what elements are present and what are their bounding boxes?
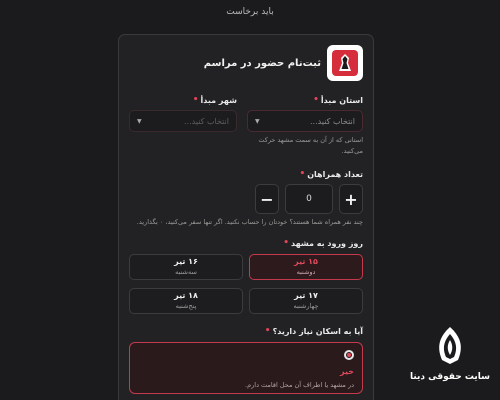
city-label-text: شهر مبدأ <box>200 95 238 105</box>
watermark: سایت حقوقی دینا <box>408 324 492 382</box>
day-weekday: پنج‌شنبه <box>175 302 197 310</box>
companions-help: چند نفر همراه شما هستند؟ خودتان را حساب … <box>136 218 363 226</box>
card-header: ثبت‌نام حضور در مراسم <box>129 45 363 81</box>
day-weekday: چهارشنبه <box>293 302 319 310</box>
page-title: ثبت‌نام حضور در مراسم <box>203 57 321 69</box>
day-option-17[interactable]: ۱۷ تیر چهارشنبه <box>249 288 363 314</box>
stay-section: آیا به اسکان نیاز دارید؟ • خیر در مشهد ی… <box>129 326 363 394</box>
day-option-15[interactable]: ۱۵ تیر دوشنبه <box>249 254 363 280</box>
city-field: شهر مبدأ • انتخاب کنید... ▼ <box>129 95 237 157</box>
companions-stepper: + 0 − <box>129 184 363 214</box>
city-label: شهر مبدأ • <box>129 95 237 105</box>
stay-option-desc: در مشهد یا اطراف آن محل اقامت دارم. <box>245 381 354 389</box>
origin-row: استان مبدأ • انتخاب کنید... ▼ استانی که … <box>129 95 363 157</box>
event-logo-icon <box>327 45 363 81</box>
province-select[interactable]: انتخاب کنید... ▼ <box>247 110 363 132</box>
required-mark: • <box>313 95 319 105</box>
day-option-16[interactable]: ۱۶ تیر سه‌شنبه <box>129 254 243 280</box>
companions-count-input[interactable]: 0 <box>285 184 333 214</box>
day-date: ۱۶ تیر <box>174 257 198 266</box>
required-mark: • <box>192 95 199 105</box>
required-mark: • <box>299 169 306 179</box>
day-date: ۱۷ تیر <box>294 291 318 300</box>
companions-label: تعداد همراهان • <box>129 169 363 179</box>
chevron-down-icon: ▼ <box>255 117 260 125</box>
companions-section: تعداد همراهان • + 0 − چند نفر همراه شما … <box>129 169 363 226</box>
stay-label: آیا به اسکان نیاز دارید؟ • <box>129 326 363 336</box>
stay-option-no[interactable]: خیر در مشهد یا اطراف آن محل اقامت دارم. <box>129 342 363 394</box>
arrival-label-text: روز ورود به مشهد <box>290 238 363 248</box>
province-help: استانی که از آن به سمت مشهد حرکت می‌کنید… <box>258 136 363 155</box>
radio-selected-icon[interactable] <box>344 350 354 360</box>
top-hint: باید برخاست <box>226 7 274 17</box>
stay-label-text: آیا به اسکان نیاز دارید؟ <box>272 326 363 336</box>
day-weekday: دوشنبه <box>296 268 316 276</box>
stay-option-title: خیر <box>339 367 354 376</box>
companions-label-text: تعداد همراهان <box>307 169 363 179</box>
province-placeholder: انتخاب کنید... <box>309 116 355 126</box>
city-select[interactable]: انتخاب کنید... ▼ <box>129 110 237 132</box>
day-date: ۱۸ تیر <box>174 291 198 300</box>
city-placeholder: انتخاب کنید... <box>183 116 229 126</box>
registration-card: ثبت‌نام حضور در مراسم استان مبدأ • انتخا… <box>118 34 374 400</box>
day-weekday: سه‌شنبه <box>175 268 197 276</box>
province-label-text: استان مبدأ <box>320 95 363 105</box>
decrement-button[interactable]: − <box>255 184 279 214</box>
watermark-logo-icon <box>439 327 461 364</box>
required-mark: • <box>264 326 271 336</box>
arrival-section: روز ورود به مشهد • ۱۵ تیر دوشنبه ۱۶ تیر … <box>129 238 363 314</box>
province-label: استان مبدأ • <box>247 95 363 105</box>
chevron-down-icon: ▼ <box>137 117 142 125</box>
increment-button[interactable]: + <box>339 184 363 214</box>
watermark-text: سایت حقوقی دینا <box>409 372 491 382</box>
arrival-day-grid: ۱۵ تیر دوشنبه ۱۶ تیر سه‌شنبه ۱۷ تیر چهار… <box>129 254 363 314</box>
arrival-label: روز ورود به مشهد • <box>129 238 363 248</box>
province-field: استان مبدأ • انتخاب کنید... ▼ استانی که … <box>247 95 363 157</box>
required-mark: • <box>283 238 289 248</box>
day-date: ۱۵ تیر <box>294 257 318 266</box>
day-option-18[interactable]: ۱۸ تیر پنج‌شنبه <box>129 288 243 314</box>
